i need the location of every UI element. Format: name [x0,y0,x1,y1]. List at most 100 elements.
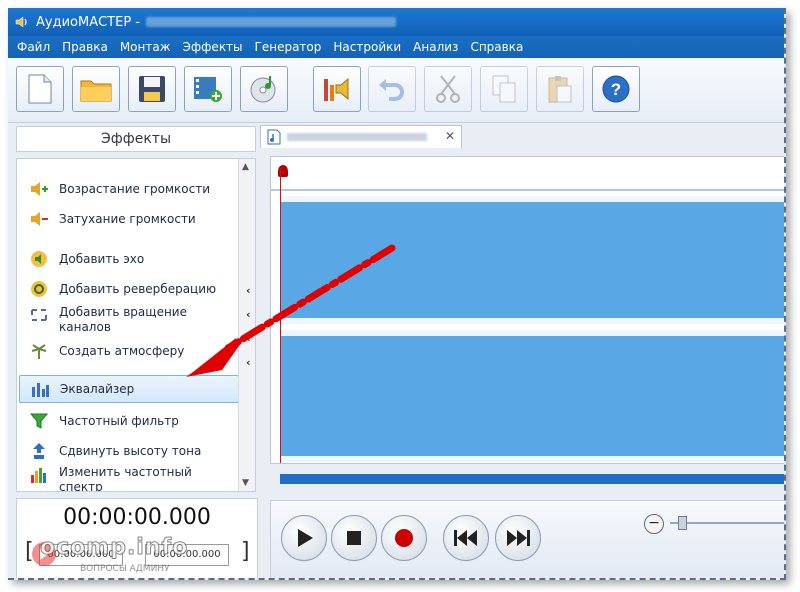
toolbar: ? [8,58,784,123]
collapse-left-icon[interactable]: ‹ [246,356,251,369]
effect-item-atmosphere[interactable]: Создать атмосферу [29,341,234,361]
effect-label: Создать атмосферу [59,344,185,358]
copy-icon [492,75,516,103]
zoom-out-button[interactable]: − [644,514,664,534]
scroll-up-icon[interactable]: ▲ [242,162,249,172]
help-icon: ? [602,75,630,103]
waveform-channel-left [281,196,784,324]
collapse-left-icon[interactable]: ‹ [246,332,251,345]
rewind-icon [454,530,477,546]
svg-text:?: ? [611,80,621,99]
bracket-right: ] [241,539,250,564]
watermark-subtitle: ВОПРОСЫ АДМИНУ [80,564,170,574]
spectrum-icon [31,468,46,483]
collapse-left-icon[interactable]: ‹ [246,308,251,321]
open-button[interactable] [72,66,120,112]
collapse-left-icon[interactable]: ‹ [246,284,251,297]
rewind-button[interactable] [443,515,489,561]
file-tab[interactable]: ✕ [260,125,462,148]
title-bar: АудиоМАСТЕР - [8,8,784,36]
play-button[interactable] [281,515,327,561]
menu-edit[interactable]: Правка [62,40,108,54]
stop-icon [347,531,361,545]
channel-rotation-icon [31,309,47,321]
effect-label: Затухание громкости [59,212,196,226]
menu-file[interactable]: Файл [17,40,50,54]
window-title: АудиоМАСТЕР - [36,14,140,30]
menu-generator[interactable]: Генератор [255,40,322,54]
add-video-icon [194,77,222,102]
add-video-button[interactable] [184,66,232,112]
effect-item-echo[interactable]: Добавить эхо [29,249,234,269]
effect-item-spectrum[interactable]: Изменить частотный спектр [29,465,234,492]
save-button[interactable] [128,66,176,112]
add-cd-button[interactable] [240,66,288,112]
transport-controls [270,500,784,578]
playhead-line [280,168,281,463]
record-icon [395,529,413,547]
menu-help[interactable]: Справка [470,40,523,54]
effect-label: Добавить вращение каналов [59,305,187,334]
effect-label: Эквалайзер [60,382,135,396]
scroll-down-icon[interactable]: ▼ [242,478,249,488]
record-button[interactable] [381,515,427,561]
blurred-filename [145,17,396,27]
audio-file-icon [267,129,281,145]
audio-properties-button[interactable] [313,66,361,112]
echo-icon [31,251,47,267]
effects-list: Возрастание громкости Затухание громкост… [16,158,256,492]
atmosphere-icon [31,344,47,359]
menu-settings[interactable]: Настройки [333,40,401,54]
fast-forward-icon [507,530,530,546]
fast-forward-button[interactable] [495,515,541,561]
undo-button[interactable] [368,66,416,112]
help-button[interactable]: ? [592,66,640,112]
filter-funnel-icon [29,413,49,429]
save-icon [139,76,165,102]
effect-item-fade-out[interactable]: Затухание громкости [29,209,234,229]
timeline-ruler[interactable] [270,156,784,190]
reverb-icon [31,281,47,297]
paste-icon [548,76,572,103]
pitch-shift-icon [33,443,45,459]
tab-close-icon[interactable]: ✕ [445,129,455,143]
scroll-position-bar[interactable] [280,474,784,484]
effect-item-fade-in[interactable]: Возрастание громкости [29,179,234,199]
effect-label: Частотный фильтр [59,414,179,428]
zoom-slider-thumb[interactable] [678,516,687,530]
copy-button[interactable] [480,66,528,112]
audio-properties-icon [324,77,349,101]
effect-item-reverb[interactable]: Добавить реверберацию [29,279,234,299]
menu-montage[interactable]: Монтаж [120,40,171,54]
effect-item-channel-rotation[interactable]: Добавить вращение каналов [29,305,234,335]
app-window: АудиоМАСТЕР - Файл Правка Монтаж Эффекты… [8,8,786,580]
current-time: 00:00:00.000 [63,505,211,530]
equalizer-icon [32,383,49,397]
effect-label: Сдвинуть высоту тона [59,444,202,458]
paste-button[interactable] [536,66,584,112]
menu-bar: Файл Правка Монтаж Эффекты Генератор Нас… [8,36,784,58]
effect-item-pitch-shift[interactable]: Сдвинуть высоту тона [29,441,234,461]
menu-effects[interactable]: Эффекты [183,40,243,54]
effect-label: Добавить реверберацию [59,282,217,296]
cut-button[interactable] [424,66,472,112]
cut-icon [436,75,460,103]
volume-up-icon [31,182,48,196]
menu-analysis[interactable]: Анализ [413,40,458,54]
effect-item-frequency-filter[interactable]: Частотный фильтр [29,411,234,431]
stop-button[interactable] [331,515,377,561]
blurred-tab-title [287,133,427,141]
zoom-slider-track[interactable] [670,522,784,524]
new-file-icon [28,74,52,104]
effect-label: Добавить эхо [59,252,145,266]
open-folder-icon [80,80,112,102]
add-cd-icon [250,76,276,103]
watermark-text: ocomp.info [39,535,189,561]
effect-label: Изменить частотный спектр [59,465,192,492]
effect-item-equalizer[interactable]: Эквалайзер [19,375,239,403]
effects-panel-header: Эффекты [16,126,256,152]
effects-scrollbar[interactable]: ▲ ▼ [238,159,255,491]
new-file-button[interactable] [16,66,64,112]
play-icon [298,529,313,547]
volume-down-icon [31,212,48,226]
